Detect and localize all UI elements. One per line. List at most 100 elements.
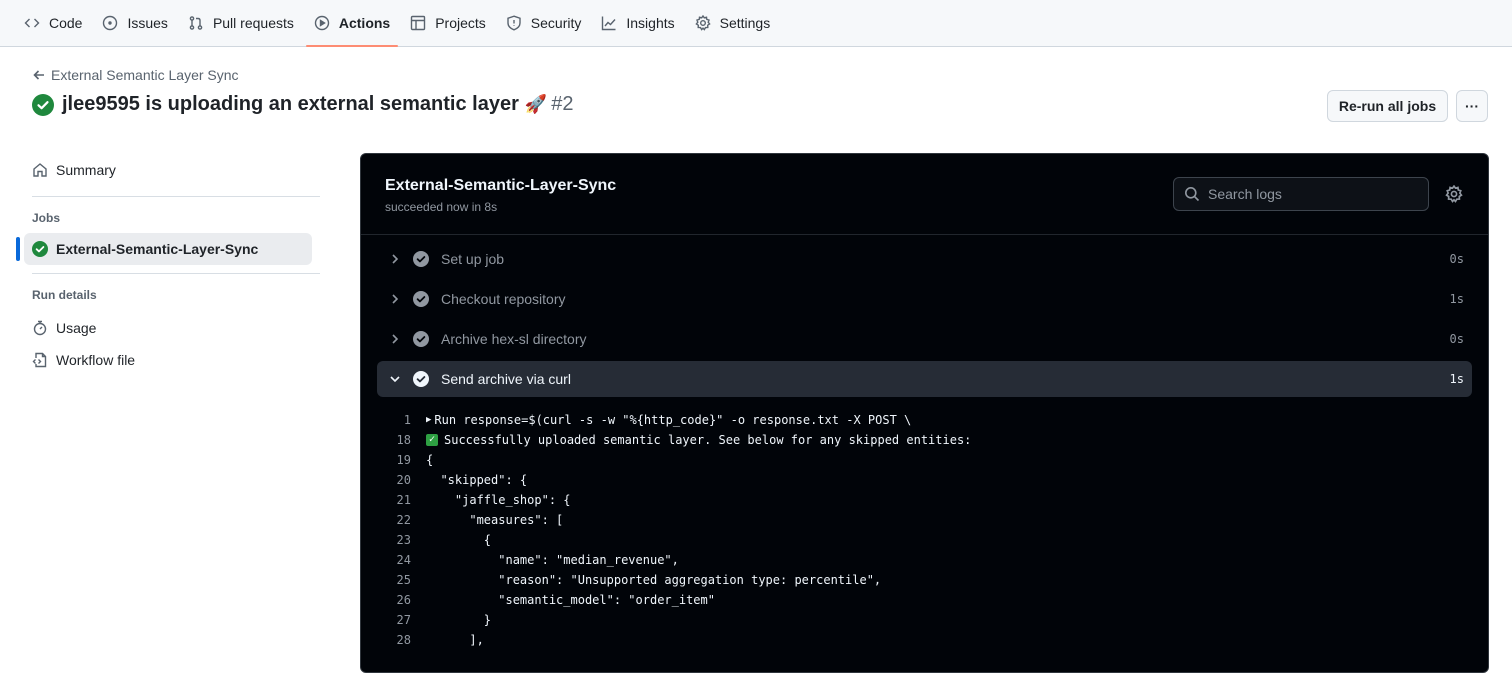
job-title: External-Semantic-Layer-Sync (385, 177, 617, 194)
line-number[interactable]: 26 (377, 593, 426, 607)
tab-pull-requests[interactable]: Pull requests (180, 0, 302, 46)
sidebar-item-job[interactable]: External-Semantic-Layer-Sync (16, 233, 312, 265)
line-number[interactable]: 23 (377, 533, 426, 547)
log-text: } (426, 613, 492, 627)
step-duration: 0s (1449, 332, 1464, 346)
log-text: Run response=$(curl -s -w "%{http_code}"… (434, 413, 912, 427)
job-status: succeeded now in 8s (385, 200, 498, 214)
log-text: "name": "median_revenue", (426, 553, 679, 567)
tab-actions[interactable]: Actions (305, 0, 399, 47)
log-text: "semantic_model": "order_item" (426, 593, 715, 607)
tab-insights[interactable]: Insights (593, 0, 682, 46)
shield-icon (507, 15, 521, 31)
log-line: 19{ (377, 450, 1472, 470)
line-number[interactable]: 21 (377, 493, 426, 507)
sidebar-item-label: External-Semantic-Layer-Sync (56, 241, 259, 257)
tab-projects[interactable]: Projects (402, 0, 494, 46)
step-set-up-job[interactable]: Set up job 0s (377, 241, 1472, 277)
chevron-down-icon (390, 376, 400, 383)
code-icon (24, 18, 40, 28)
line-number[interactable]: 18 (377, 433, 426, 447)
step-send-archive-via-curl[interactable]: Send archive via curl 1s (377, 361, 1472, 397)
tab-settings[interactable]: Settings (687, 0, 779, 46)
tab-label: Insights (626, 15, 675, 31)
rerun-all-jobs-button[interactable]: Re-run all jobs (1327, 90, 1448, 122)
expand-triangle-icon[interactable]: ▶ (426, 415, 431, 425)
back-link-label: External Semantic Layer Sync (51, 67, 239, 83)
more-options-button[interactable]: ··· (1456, 90, 1488, 122)
check-circle-icon (32, 241, 48, 257)
table-icon (411, 15, 426, 31)
log-line: 25 "reason": "Unsupported aggregation ty… (377, 570, 1472, 590)
log-settings-button[interactable] (1445, 184, 1463, 203)
line-number[interactable]: 22 (377, 513, 426, 527)
check-circle-icon (413, 371, 429, 387)
tab-label: Issues (127, 15, 168, 31)
tab-label: Projects (435, 15, 486, 31)
sidebar-item-workflow-file[interactable]: Workflow file (16, 344, 320, 376)
gear-icon (1445, 184, 1463, 203)
search-icon (1185, 187, 1200, 202)
play-icon (314, 15, 330, 31)
line-number[interactable]: 27 (377, 613, 426, 627)
log-text: ], (426, 633, 484, 647)
line-number[interactable]: 28 (377, 633, 426, 647)
tab-label: Security (530, 15, 582, 31)
run-sidebar: Summary Jobs External-Semantic-Layer-Syn… (16, 150, 320, 376)
check-mark-emoji-icon: ✓ (426, 434, 438, 446)
log-line[interactable]: 1 ▶ Run response=$(curl -s -w "%{http_code… (377, 410, 1472, 430)
log-line: 27 } (377, 610, 1472, 630)
line-number[interactable]: 25 (377, 573, 426, 587)
home-icon (33, 163, 47, 177)
repo-nav: Code Issues Pull requests Actions Projec… (0, 0, 1512, 47)
line-number[interactable]: 19 (377, 453, 426, 467)
tab-security[interactable]: Security (498, 0, 590, 46)
log-line: 20 "skipped": { (377, 470, 1472, 490)
page-title: jlee9595 is uploading an external semant… (32, 93, 574, 116)
step-name: Set up job (441, 251, 505, 267)
log-text: Successfully uploaded semantic layer. Se… (444, 433, 972, 447)
step-name: Checkout repository (441, 291, 566, 307)
log-line: 23 { (377, 530, 1472, 550)
job-header: External-Semantic-Layer-Sync succeeded n… (361, 154, 1488, 235)
step-duration: 0s (1449, 252, 1464, 266)
log-line: 28 ], (377, 630, 1472, 650)
log-line: 24 "name": "median_revenue", (377, 550, 1472, 570)
arrow-left-icon (33, 70, 44, 80)
step-duration: 1s (1449, 292, 1464, 306)
tab-issues[interactable]: Issues (94, 0, 175, 46)
step-name: Archive hex-sl directory (441, 331, 587, 347)
step-checkout-repository[interactable]: Checkout repository 1s (377, 281, 1472, 317)
step-log-output: 1 ▶ Run response=$(curl -s -w "%{http_code… (377, 410, 1472, 650)
sidebar-item-label: Summary (56, 162, 116, 178)
search-logs-field[interactable] (1173, 177, 1429, 211)
job-steps: Set up job 0s Checkout repository 1s Arc… (377, 241, 1472, 401)
back-to-workflow-link[interactable]: External Semantic Layer Sync (33, 67, 239, 83)
step-duration: 1s (1449, 372, 1464, 386)
check-circle-icon (413, 251, 429, 267)
log-text: "skipped": { (426, 473, 528, 487)
line-number[interactable]: 1 (377, 413, 426, 427)
tab-label: Pull requests (212, 15, 294, 31)
log-line: 18 ✓ Successfully uploaded semantic layer.… (377, 430, 1472, 450)
search-logs-input[interactable] (1208, 186, 1418, 202)
sidebar-item-label: Usage (56, 320, 97, 336)
sidebar-item-summary[interactable]: Summary (16, 154, 320, 186)
graph-icon (602, 16, 616, 31)
chevron-right-icon (392, 294, 399, 304)
line-number[interactable]: 24 (377, 553, 426, 567)
tab-code[interactable]: Code (16, 0, 90, 46)
step-archive-hex-sl-directory[interactable]: Archive hex-sl directory 0s (377, 321, 1472, 357)
chevron-right-icon (392, 254, 399, 264)
sidebar-divider (32, 196, 320, 197)
rocket-emoji: 🚀 (524, 94, 548, 114)
run-title: jlee9595 is uploading an external semant… (62, 93, 519, 115)
run-number: #2 (551, 93, 574, 115)
line-number[interactable]: 20 (377, 473, 426, 487)
sidebar-divider (32, 273, 320, 274)
log-line: 21 "jaffle_shop": { (377, 490, 1472, 510)
sidebar-item-usage[interactable]: Usage (16, 312, 320, 344)
log-line: 26 "semantic_model": "order_item" (377, 590, 1472, 610)
jobs-heading: Jobs (32, 211, 61, 225)
log-line: 22 "measures": [ (377, 510, 1472, 530)
